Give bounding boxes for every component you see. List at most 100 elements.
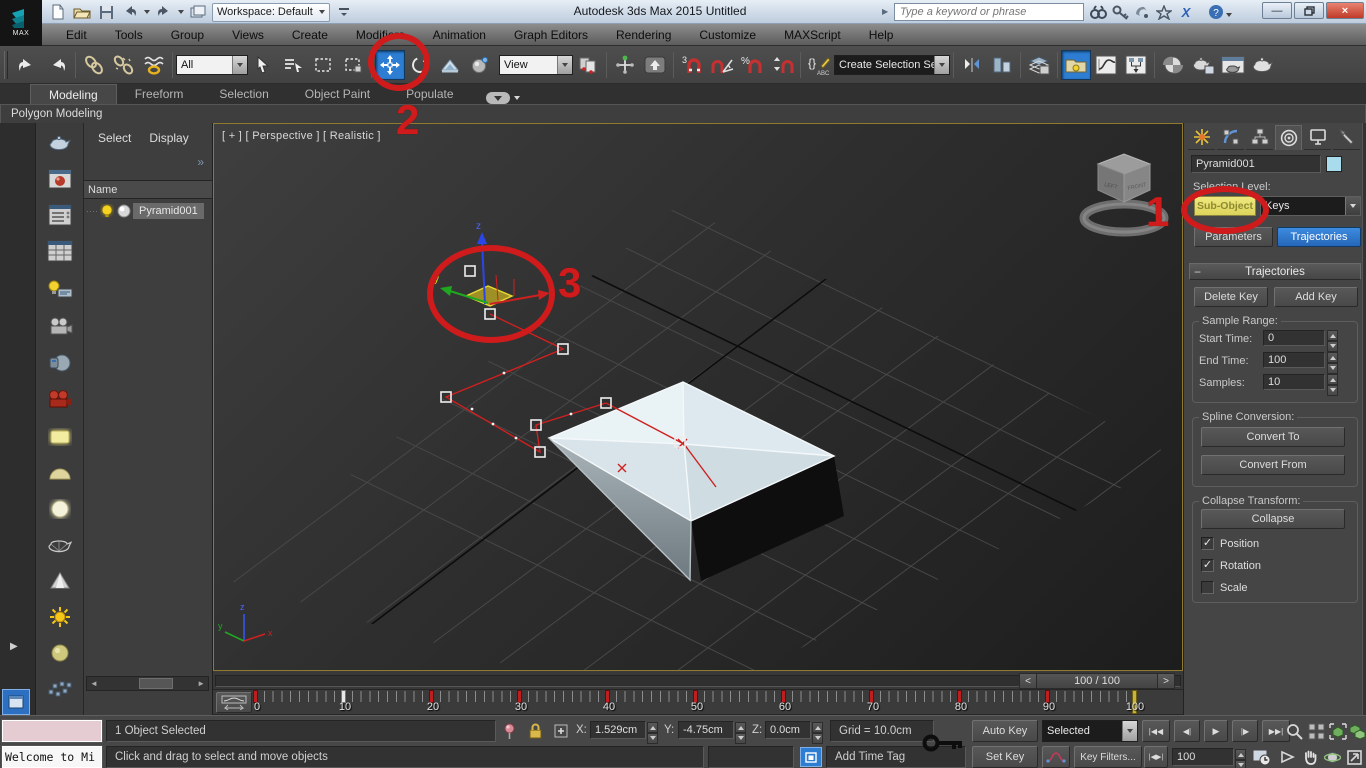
time-configuration-icon[interactable]: [1250, 747, 1274, 767]
redo-scene-button[interactable]: [42, 50, 72, 80]
spinner-snap-toggle-button[interactable]: [767, 50, 797, 80]
project-folder-button[interactable]: [188, 3, 208, 21]
next-frame-button[interactable]: |▶: [1232, 720, 1258, 742]
explorer-menu-select[interactable]: Select: [98, 131, 131, 145]
scroll-right-icon[interactable]: ►: [197, 679, 208, 688]
go-to-start-button[interactable]: |◀◀: [1142, 720, 1170, 742]
time-slider-handle[interactable]: < 100 / 100 >: [1019, 673, 1175, 689]
timeline-ruler[interactable]: 0 10 20 30 40 50 60 70 80 90 100: [255, 690, 1141, 715]
light-bulb-icon[interactable]: [100, 204, 114, 218]
named-selection-sets-dropdown[interactable]: Create Selection Se: [834, 55, 950, 75]
convert-to-button[interactable]: Convert To: [1201, 427, 1345, 447]
key-filter-selection-dropdown[interactable]: Selected: [1042, 720, 1138, 742]
favorites-star-icon[interactable]: [1154, 3, 1174, 21]
selection-lock-icon[interactable]: [526, 722, 544, 740]
zoom-all-icon[interactable]: [1306, 722, 1326, 740]
frame-spinner[interactable]: [1235, 749, 1246, 765]
exchange-apps-icon[interactable]: X: [1176, 3, 1196, 21]
restore-button[interactable]: [1294, 2, 1324, 19]
light-lister-icon[interactable]: [40, 275, 80, 303]
time-slider-value[interactable]: 100 / 100: [1037, 673, 1157, 689]
select-and-link-icon[interactable]: [79, 50, 109, 80]
play-animation-button[interactable]: ▶: [1204, 720, 1228, 742]
z-coordinate-field[interactable]: [765, 721, 811, 739]
display-tab-icon[interactable]: [1304, 125, 1331, 150]
close-button[interactable]: ×: [1326, 2, 1364, 19]
collapse-rollout-icon[interactable]: −: [1194, 265, 1201, 279]
reference-coordinate-system-dropdown[interactable]: View: [499, 55, 573, 75]
orbit-icon[interactable]: [1322, 747, 1342, 767]
sun-light-icon[interactable]: [40, 603, 80, 631]
auto-key-button[interactable]: Auto Key: [972, 720, 1038, 742]
next-frame-arrow[interactable]: >: [1157, 673, 1175, 689]
toolbar-grip[interactable]: [4, 51, 8, 79]
percent-snap-toggle-button[interactable]: %: [737, 50, 767, 80]
undo-history-caret[interactable]: [144, 10, 150, 17]
trajectories-rollout-header[interactable]: − Trajectories: [1189, 263, 1361, 280]
maxscript-mini-listener[interactable]: Welcome to Mi: [2, 746, 102, 768]
plane-light-icon[interactable]: [40, 423, 80, 451]
new-file-button[interactable]: [48, 3, 68, 21]
end-time-spinner[interactable]: [1327, 352, 1338, 368]
object-name-field[interactable]: [1191, 155, 1321, 173]
position-checkbox[interactable]: ✓: [1201, 537, 1214, 550]
render-teapot-icon[interactable]: [40, 129, 80, 157]
bind-to-space-warp-icon[interactable]: [139, 50, 169, 80]
zoom-viewport-icon[interactable]: [1284, 722, 1304, 740]
list-panel-icon[interactable]: [40, 201, 80, 229]
dome-light-icon[interactable]: [40, 459, 80, 487]
redo-history-caret[interactable]: [178, 10, 184, 17]
ribbon-display-options[interactable]: [486, 92, 520, 104]
object-color-swatch[interactable]: [1326, 156, 1342, 172]
add-key-button[interactable]: Add Key: [1274, 287, 1358, 307]
explorer-row-pyramid001[interactable]: ···· Pyramid001: [84, 201, 213, 221]
workspace-menu-button[interactable]: [334, 3, 354, 21]
unlink-selection-icon[interactable]: [109, 50, 139, 80]
perspective-viewport[interactable]: z y LEFT FRONT z y x [ + ] [ Perspective…: [213, 123, 1183, 671]
infocenter-toggle[interactable]: ▶: [882, 7, 888, 16]
menu-edit[interactable]: Edit: [52, 24, 101, 46]
previous-frame-arrow[interactable]: <: [1019, 673, 1037, 689]
red-camera-icon[interactable]: [40, 385, 80, 413]
collapse-button[interactable]: Collapse: [1201, 509, 1345, 529]
object-name-label[interactable]: Pyramid001: [133, 203, 204, 219]
render-setup-button[interactable]: [1188, 50, 1218, 80]
delete-key-button[interactable]: Delete Key: [1194, 287, 1268, 307]
pan-hand-icon[interactable]: [1300, 747, 1320, 767]
selection-level-dropdown[interactable]: Keys: [1260, 196, 1361, 216]
explorer-h-scrollbar[interactable]: ◄ ►: [86, 676, 209, 691]
use-pivot-point-center-button[interactable]: [573, 50, 603, 80]
utilities-tab-icon[interactable]: [1333, 125, 1360, 150]
ribbon-tab-freeform[interactable]: Freeform: [117, 84, 202, 104]
select-object-button[interactable]: [248, 50, 278, 80]
search-binoculars-icon[interactable]: [1088, 3, 1108, 21]
end-time-field[interactable]: [1263, 352, 1325, 368]
modify-tab-icon[interactable]: [1217, 125, 1244, 150]
menu-customize[interactable]: Customize: [685, 24, 770, 46]
scene-explorer-button[interactable]: [1061, 50, 1091, 80]
convert-from-button[interactable]: Convert From: [1201, 455, 1345, 475]
select-by-name-button[interactable]: [278, 50, 308, 80]
minimize-button[interactable]: —: [1262, 2, 1292, 19]
isolate-selection-pin-icon[interactable]: [500, 722, 518, 740]
previous-frame-button[interactable]: ◀|: [1174, 720, 1200, 742]
select-and-manipulate-button[interactable]: [610, 50, 640, 80]
undo-button[interactable]: [120, 3, 140, 21]
set-keys-key-icon[interactable]: [920, 726, 968, 760]
viewport-label[interactable]: [ + ] [ Perspective ] [ Realistic ]: [222, 130, 381, 142]
set-key-button[interactable]: Set Key: [972, 746, 1038, 768]
scale-checkbox[interactable]: [1201, 581, 1214, 594]
default-in-out-tangents-button[interactable]: [1042, 746, 1070, 768]
ribbon-tab-object-paint[interactable]: Object Paint: [287, 84, 388, 104]
mirror-button[interactable]: [957, 50, 987, 80]
create-tab-icon[interactable]: [1188, 125, 1215, 150]
explorer-expand-chevrons[interactable]: »: [197, 155, 204, 169]
scroll-left-icon[interactable]: ◄: [87, 679, 98, 688]
wire-teapot-icon[interactable]: [40, 531, 80, 559]
material-editor-button[interactable]: [1158, 50, 1188, 80]
select-and-scale-button[interactable]: [435, 50, 465, 80]
help-caret[interactable]: [1226, 13, 1232, 20]
undo-scene-button[interactable]: [12, 50, 42, 80]
start-time-spinner[interactable]: [1327, 330, 1338, 346]
render-preview-window-icon[interactable]: [40, 165, 80, 193]
